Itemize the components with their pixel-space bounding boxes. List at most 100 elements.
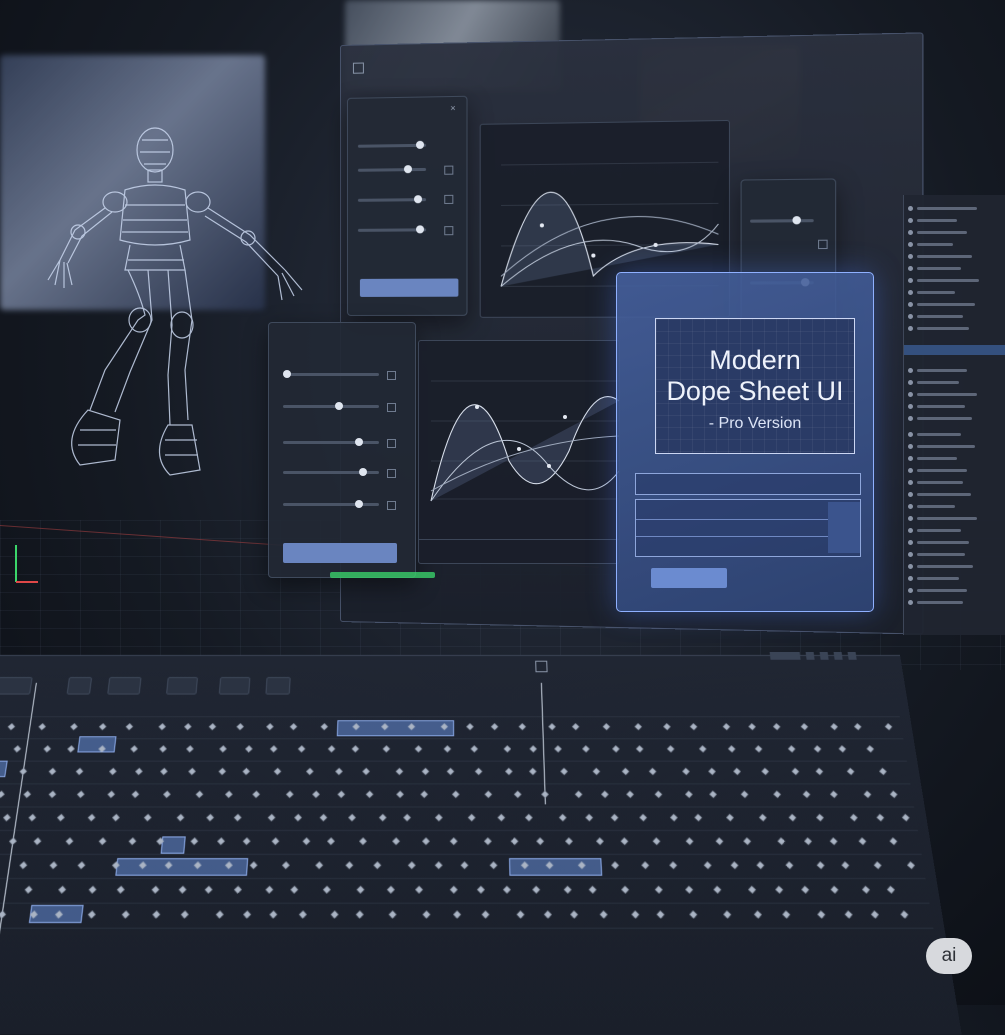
- keyframe[interactable]: [884, 723, 893, 731]
- keyframe[interactable]: [610, 813, 619, 822]
- keyframe[interactable]: [484, 790, 493, 799]
- selected-keyframe-range[interactable]: [77, 736, 117, 753]
- keyframe[interactable]: [452, 790, 460, 799]
- list-item[interactable]: [908, 253, 972, 259]
- keyframe[interactable]: [109, 767, 117, 776]
- table-row[interactable]: [636, 502, 860, 520]
- keyframe[interactable]: [57, 813, 65, 822]
- keyframe[interactable]: [761, 767, 769, 776]
- keyframe[interactable]: [218, 767, 226, 776]
- keyframe[interactable]: [801, 885, 810, 894]
- keyframe[interactable]: [130, 745, 138, 753]
- keyframe[interactable]: [800, 723, 809, 731]
- toolbar-button[interactable]: [769, 652, 801, 660]
- keyframe[interactable]: [125, 723, 134, 731]
- keyframe[interactable]: [267, 813, 276, 822]
- keyframe[interactable]: [474, 767, 483, 776]
- keyframe[interactable]: [559, 813, 567, 822]
- playhead[interactable]: [0, 682, 37, 1033]
- keyframe[interactable]: [112, 813, 120, 822]
- keyframe[interactable]: [548, 723, 556, 731]
- keyframe[interactable]: [190, 837, 199, 846]
- keyframe[interactable]: [858, 837, 867, 846]
- keyframe[interactable]: [327, 745, 336, 753]
- keyframe[interactable]: [685, 837, 694, 846]
- keyframe[interactable]: [67, 745, 75, 753]
- keyframe[interactable]: [48, 767, 57, 776]
- keyframe[interactable]: [829, 837, 838, 846]
- keyframe[interactable]: [351, 745, 360, 753]
- keyframe[interactable]: [854, 723, 862, 731]
- keyframe[interactable]: [396, 790, 404, 799]
- toolbar-button[interactable]: [805, 652, 815, 660]
- keyframe[interactable]: [151, 885, 160, 894]
- keyframe[interactable]: [759, 813, 767, 822]
- keyframe[interactable]: [206, 813, 214, 822]
- keyframe[interactable]: [862, 885, 870, 894]
- keyframe[interactable]: [143, 813, 152, 822]
- slider[interactable]: [283, 438, 379, 446]
- keyframe[interactable]: [773, 790, 781, 799]
- keyframe[interactable]: [599, 910, 608, 919]
- keyframe[interactable]: [388, 910, 397, 919]
- keyframe[interactable]: [654, 885, 663, 894]
- keyframe[interactable]: [75, 767, 84, 776]
- keyframe[interactable]: [446, 767, 455, 776]
- keyframe[interactable]: [481, 910, 490, 919]
- keyframe[interactable]: [518, 723, 526, 731]
- keyframe[interactable]: [330, 910, 339, 919]
- list-item[interactable]: [908, 301, 975, 307]
- keyframe[interactable]: [373, 861, 382, 870]
- keyframe[interactable]: [195, 790, 204, 799]
- keyframe-toggle[interactable]: [387, 469, 396, 478]
- keyframe[interactable]: [128, 837, 137, 846]
- keyframe[interactable]: [408, 861, 416, 870]
- keyframe[interactable]: [289, 723, 298, 731]
- list-item[interactable]: [908, 563, 973, 569]
- keyframe[interactable]: [453, 910, 461, 919]
- keyframe[interactable]: [466, 723, 474, 731]
- keyframe[interactable]: [312, 790, 320, 799]
- keyframe[interactable]: [592, 767, 601, 776]
- keyframe[interactable]: [387, 885, 395, 894]
- table-row[interactable]: [636, 519, 860, 537]
- keyframe[interactable]: [356, 885, 365, 894]
- keyframe[interactable]: [873, 861, 882, 870]
- keyframe-toggle[interactable]: [387, 439, 396, 448]
- keyframe[interactable]: [365, 790, 374, 799]
- toggle-button[interactable]: [265, 677, 291, 695]
- keyframe[interactable]: [217, 837, 225, 846]
- keyframe[interactable]: [38, 723, 46, 731]
- keyframe[interactable]: [756, 861, 765, 870]
- keyframe[interactable]: [477, 885, 485, 894]
- keyframe-toggle[interactable]: [444, 194, 454, 204]
- keyframe[interactable]: [348, 813, 356, 822]
- list-item[interactable]: [908, 491, 971, 497]
- keyframe[interactable]: [733, 767, 741, 776]
- keyframe[interactable]: [3, 813, 11, 822]
- list-item[interactable]: [908, 277, 979, 283]
- keyframe[interactable]: [467, 813, 476, 822]
- selected-keyframe-range[interactable]: [160, 836, 186, 854]
- keyframe[interactable]: [270, 745, 278, 753]
- keyframe[interactable]: [422, 837, 430, 846]
- keyframe[interactable]: [516, 910, 525, 919]
- keyframe[interactable]: [302, 837, 311, 846]
- keyframe[interactable]: [77, 790, 85, 799]
- list-item[interactable]: [908, 229, 967, 235]
- keyframe-toggle[interactable]: [387, 403, 396, 412]
- keyframe[interactable]: [850, 813, 858, 822]
- keyframe[interactable]: [585, 813, 593, 822]
- keyframe[interactable]: [382, 745, 391, 753]
- keyframe[interactable]: [243, 910, 251, 919]
- keyframe[interactable]: [572, 723, 580, 731]
- tab[interactable]: [218, 677, 250, 695]
- keyframe[interactable]: [652, 837, 661, 846]
- tab[interactable]: [166, 677, 198, 695]
- keyframe[interactable]: [876, 813, 885, 822]
- keyframe[interactable]: [621, 767, 630, 776]
- keyframe[interactable]: [24, 885, 33, 894]
- keyframe[interactable]: [703, 861, 712, 870]
- list-item[interactable]: [908, 325, 969, 331]
- keyframe[interactable]: [7, 723, 16, 731]
